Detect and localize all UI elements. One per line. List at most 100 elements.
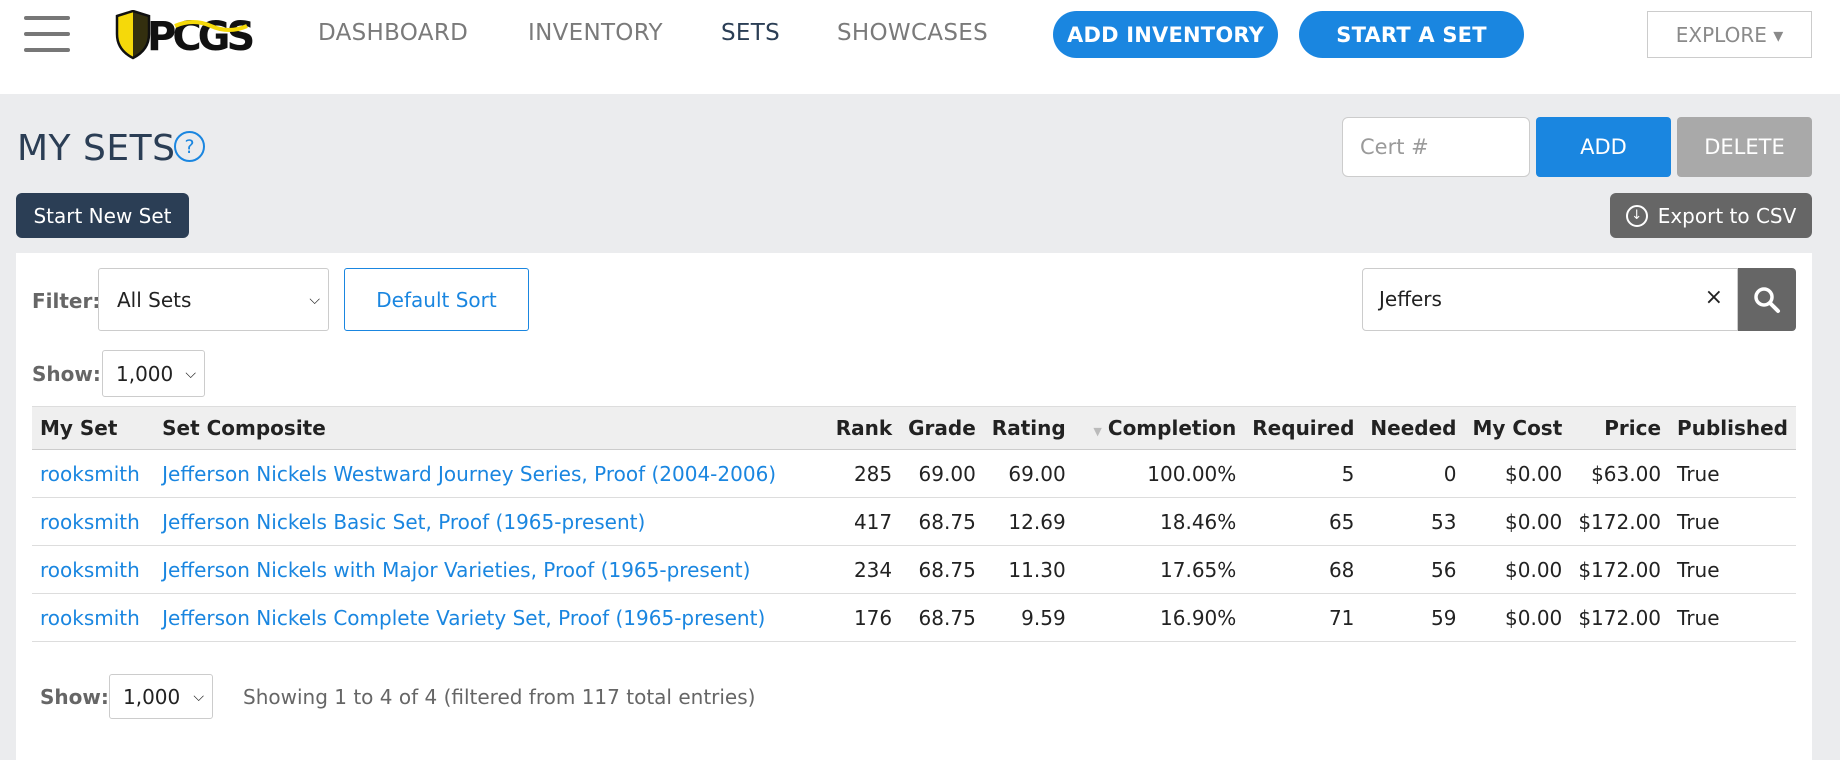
top-navigation-bar: PCGS DASHBOARD INVENTORY SETS SHOWCASES … bbox=[0, 0, 1840, 94]
rating-cell: 69.00 bbox=[983, 449, 1074, 498]
completion-cell: 18.46% bbox=[1073, 497, 1245, 546]
my-cost-cell: $0.00 bbox=[1464, 593, 1571, 642]
default-sort-button[interactable]: Default Sort bbox=[344, 268, 529, 331]
add-inventory-button[interactable]: ADD INVENTORY bbox=[1053, 11, 1278, 58]
sort-desc-icon: ▼ bbox=[1093, 425, 1102, 438]
col-price[interactable]: Price bbox=[1570, 406, 1670, 450]
show-entries-select-bottom[interactable]: 1,000 ⌵ bbox=[109, 674, 213, 719]
pcgs-logo[interactable]: PCGS bbox=[113, 10, 261, 60]
price-cell: $172.00 bbox=[1570, 545, 1670, 594]
search-input[interactable]: Jeffers × bbox=[1362, 268, 1738, 331]
col-required[interactable]: Required bbox=[1244, 406, 1363, 450]
completion-cell: 17.65% bbox=[1073, 545, 1245, 594]
show-entries-value: 1,000 bbox=[116, 361, 174, 386]
page-title: MY SETS bbox=[17, 128, 176, 169]
rank-cell: 234 bbox=[819, 545, 901, 594]
owner-link[interactable]: rooksmith bbox=[40, 462, 140, 486]
completion-cell: 100.00% bbox=[1073, 449, 1245, 498]
col-rating[interactable]: Rating bbox=[983, 406, 1074, 450]
published-cell: True bbox=[1669, 545, 1796, 594]
nav-dashboard[interactable]: DASHBOARD bbox=[318, 20, 468, 46]
published-cell: True bbox=[1669, 497, 1796, 546]
add-cert-button[interactable]: ADD bbox=[1536, 117, 1671, 177]
rank-cell: 417 bbox=[819, 497, 901, 546]
col-needed[interactable]: Needed bbox=[1362, 406, 1465, 450]
needed-cell: 0 bbox=[1362, 449, 1465, 498]
owner-link[interactable]: rooksmith bbox=[40, 510, 140, 534]
rating-cell: 11.30 bbox=[983, 545, 1074, 594]
nav-showcases[interactable]: SHOWCASES bbox=[837, 20, 988, 46]
hamburger-menu-icon[interactable] bbox=[24, 16, 70, 52]
required-cell: 65 bbox=[1244, 497, 1363, 546]
chevron-down-icon: ⌵ bbox=[309, 291, 320, 308]
help-icon[interactable]: ? bbox=[174, 131, 205, 162]
grade-cell: 68.75 bbox=[900, 593, 984, 642]
needed-cell: 56 bbox=[1362, 545, 1465, 594]
my-cost-cell: $0.00 bbox=[1464, 545, 1571, 594]
start-a-set-button[interactable]: START A SET bbox=[1299, 11, 1524, 58]
owner-link[interactable]: rooksmith bbox=[40, 606, 140, 630]
table-row: rooksmith Jefferson Nickels Westward Jou… bbox=[32, 449, 1796, 498]
my-cost-cell: $0.00 bbox=[1464, 449, 1571, 498]
col-rank[interactable]: Rank bbox=[819, 406, 901, 450]
required-cell: 5 bbox=[1244, 449, 1363, 498]
export-csv-button[interactable]: ↓ Export to CSV bbox=[1610, 193, 1812, 238]
rank-cell: 176 bbox=[819, 593, 901, 642]
table-row: rooksmith Jefferson Nickels with Major V… bbox=[32, 545, 1796, 594]
price-cell: $172.00 bbox=[1570, 497, 1670, 546]
table-row: rooksmith Jefferson Nickels Basic Set, P… bbox=[32, 497, 1796, 546]
col-completion[interactable]: ▼ Completion bbox=[1073, 406, 1245, 450]
show-entries-value: 1,000 bbox=[123, 684, 181, 709]
col-my-cost[interactable]: My Cost bbox=[1464, 406, 1571, 450]
grade-cell: 69.00 bbox=[900, 449, 984, 498]
show-entries-select-top[interactable]: 1,000 ⌵ bbox=[102, 350, 205, 397]
needed-cell: 59 bbox=[1362, 593, 1465, 642]
grade-cell: 68.75 bbox=[900, 497, 984, 546]
clear-search-icon[interactable]: × bbox=[1705, 285, 1723, 310]
chevron-down-icon: ⌵ bbox=[193, 688, 204, 705]
table-row: rooksmith Jefferson Nickels Complete Var… bbox=[32, 593, 1796, 642]
explore-dropdown[interactable]: EXPLORE ▾ bbox=[1647, 11, 1812, 58]
delete-cert-button[interactable]: DELETE bbox=[1677, 117, 1812, 177]
show-label-bottom: Show: bbox=[40, 685, 109, 709]
export-csv-label: Export to CSV bbox=[1657, 203, 1797, 228]
rating-cell: 9.59 bbox=[983, 593, 1074, 642]
filter-label: Filter: bbox=[32, 289, 101, 313]
nav-inventory[interactable]: INVENTORY bbox=[528, 20, 663, 46]
search-button[interactable] bbox=[1738, 268, 1796, 331]
col-grade[interactable]: Grade bbox=[900, 406, 984, 450]
search-value: Jeffers bbox=[1379, 287, 1442, 311]
sets-table: My Set Set Composite Rank Grade Rating ▼… bbox=[32, 406, 1796, 642]
rating-cell: 12.69 bbox=[983, 497, 1074, 546]
set-composite-link[interactable]: Jefferson Nickels Basic Set, Proof (1965… bbox=[162, 510, 645, 534]
required-cell: 68 bbox=[1244, 545, 1363, 594]
show-label-top: Show: bbox=[32, 362, 101, 386]
nav-sets[interactable]: SETS bbox=[721, 20, 780, 46]
price-cell: $172.00 bbox=[1570, 593, 1670, 642]
col-completion-label: Completion bbox=[1107, 416, 1237, 440]
rank-cell: 285 bbox=[819, 449, 901, 498]
chevron-down-icon: ⌵ bbox=[185, 365, 196, 382]
price-cell: $63.00 bbox=[1570, 449, 1670, 498]
needed-cell: 53 bbox=[1362, 497, 1465, 546]
search-icon bbox=[1754, 286, 1780, 313]
completion-cell: 16.90% bbox=[1073, 593, 1245, 642]
set-composite-link[interactable]: Jefferson Nickels Westward Journey Serie… bbox=[162, 462, 776, 486]
col-my-set[interactable]: My Set bbox=[32, 406, 155, 450]
col-published[interactable]: Published bbox=[1669, 406, 1796, 450]
filter-selected-value: All Sets bbox=[117, 287, 192, 312]
published-cell: True bbox=[1669, 593, 1796, 642]
my-cost-cell: $0.00 bbox=[1464, 497, 1571, 546]
owner-link[interactable]: rooksmith bbox=[40, 558, 140, 582]
download-icon: ↓ bbox=[1625, 204, 1648, 227]
filter-select[interactable]: All Sets ⌵ bbox=[98, 268, 329, 331]
table-header-row: My Set Set Composite Rank Grade Rating ▼… bbox=[32, 406, 1796, 450]
start-new-set-button[interactable]: Start New Set bbox=[16, 193, 189, 238]
set-composite-link[interactable]: Jefferson Nickels Complete Variety Set, … bbox=[162, 606, 765, 630]
set-composite-link[interactable]: Jefferson Nickels with Major Varieties, … bbox=[162, 558, 750, 582]
col-set-composite[interactable]: Set Composite bbox=[154, 406, 820, 450]
table-info-text: Showing 1 to 4 of 4 (filtered from 117 t… bbox=[243, 685, 756, 709]
cert-number-input[interactable] bbox=[1342, 117, 1530, 177]
required-cell: 71 bbox=[1244, 593, 1363, 642]
published-cell: True bbox=[1669, 449, 1796, 498]
